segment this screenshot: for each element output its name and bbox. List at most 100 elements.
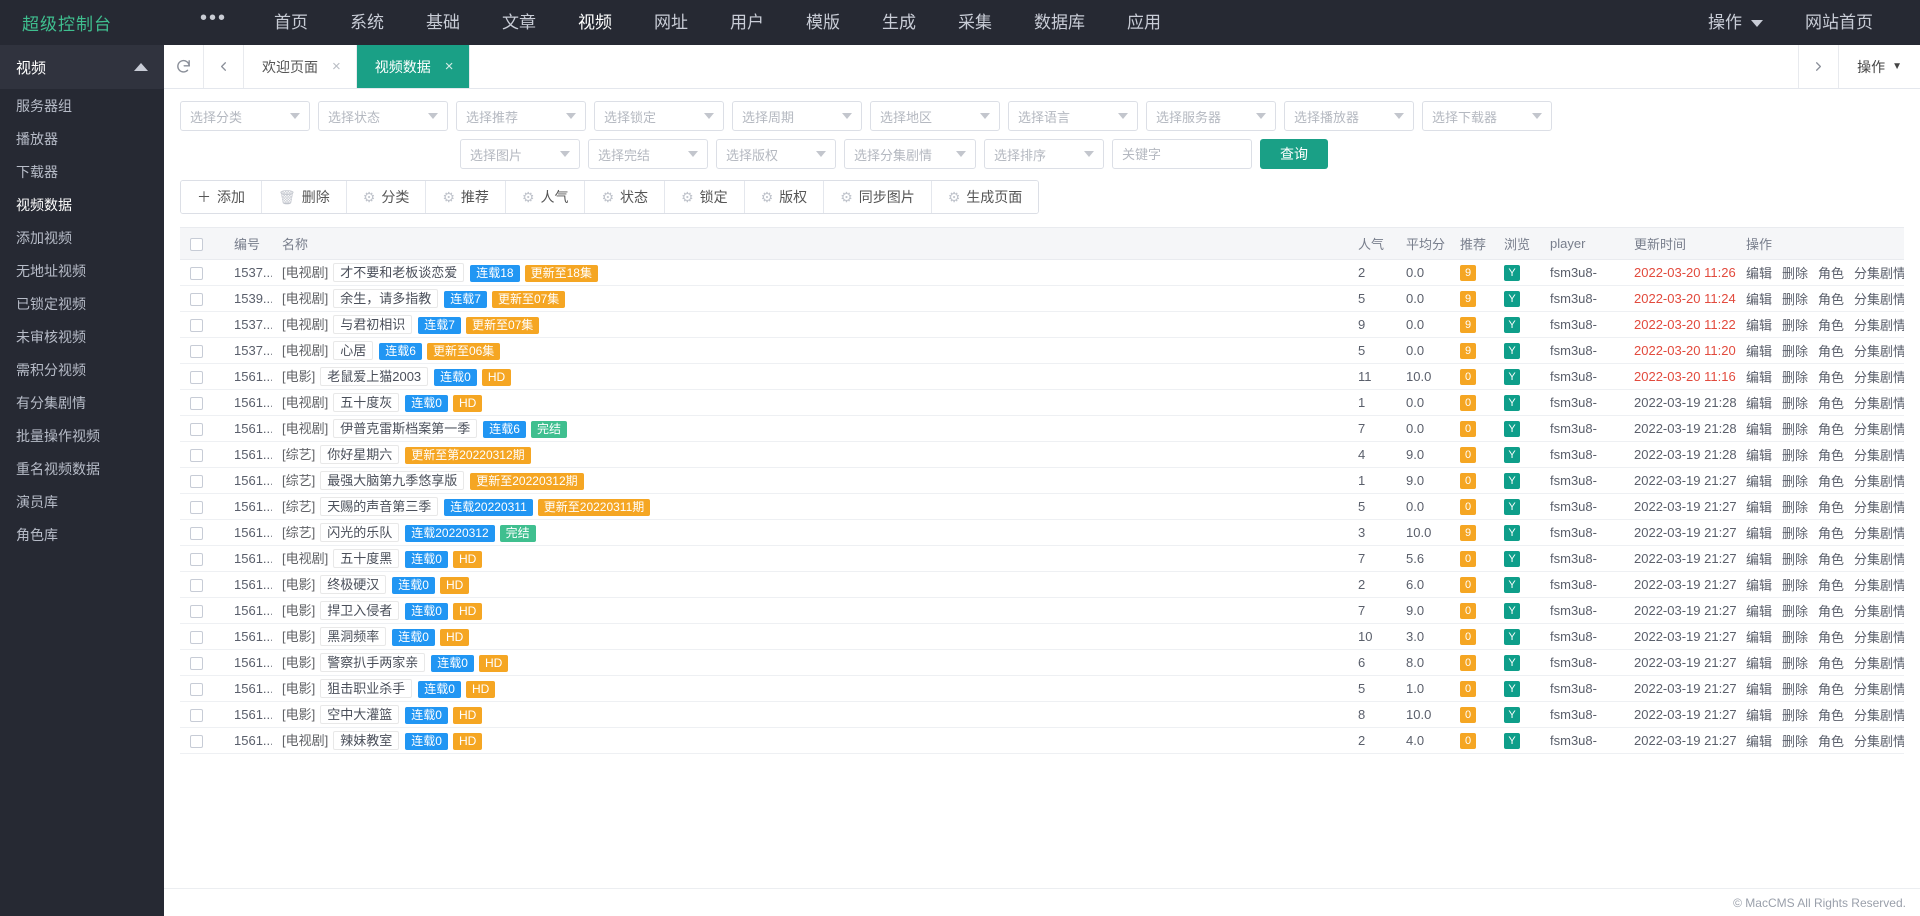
view-badge[interactable]: Y bbox=[1504, 576, 1520, 593]
filter-select-b-2[interactable]: 选择版权 bbox=[716, 139, 836, 169]
recommend-badge[interactable]: 0 bbox=[1460, 602, 1476, 619]
row-op-3[interactable]: 分集剧情 bbox=[1854, 448, 1904, 463]
top-nav-item-0[interactable]: 首页 bbox=[253, 0, 329, 45]
table-row[interactable]: 1537... [电视剧] 才不要和老板谈恋爱 连载18 更新至18集 2 0.0 9 Yfsm… bbox=[180, 259, 1904, 286]
row-checkbox[interactable] bbox=[190, 604, 203, 618]
row-op-0[interactable]: 编辑 bbox=[1746, 656, 1772, 671]
search-button[interactable]: 查询 bbox=[1260, 139, 1328, 169]
chevron-up-icon[interactable] bbox=[134, 63, 148, 71]
table-row[interactable]: 1561... [综艺] 天赐的声音第三季 连载20220311 更新至20220311… bbox=[180, 493, 1904, 520]
row-op-0[interactable]: 编辑 bbox=[1746, 734, 1772, 749]
row-op-2[interactable]: 角色 bbox=[1818, 474, 1844, 489]
sidebar-item-4[interactable]: 添加视频 bbox=[0, 221, 164, 254]
sidebar-item-10[interactable]: 批量操作视频 bbox=[0, 419, 164, 452]
sidebar-item-11[interactable]: 重名视频数据 bbox=[0, 452, 164, 485]
tab-operation-menu[interactable]: 操作 ▼ bbox=[1839, 45, 1920, 88]
row-op-2[interactable]: 角色 bbox=[1818, 448, 1844, 463]
row-op-3[interactable]: 分集剧情 bbox=[1854, 500, 1904, 515]
view-badge[interactable]: Y bbox=[1504, 654, 1520, 671]
table-row[interactable]: 1561... [电影] 狙击职业杀手 连载0 HD 5 1.0 0 Yfsm3u8- 2022-… bbox=[180, 675, 1904, 702]
row-op-2[interactable]: 角色 bbox=[1818, 682, 1844, 697]
row-op-1[interactable]: 删除 bbox=[1782, 292, 1808, 307]
toolbar-button-9[interactable]: ⚙ 生成页面 bbox=[931, 181, 1039, 213]
chevron-right-icon[interactable] bbox=[1799, 45, 1840, 88]
row-op-3[interactable]: 分集剧情 bbox=[1854, 630, 1904, 645]
row-op-0[interactable]: 编辑 bbox=[1746, 630, 1772, 645]
row-op-1[interactable]: 删除 bbox=[1782, 266, 1808, 281]
table-row[interactable]: 1561... [电视剧] 五十度灰 连载0 HD 1 0.0 0 Yfsm3u8- 2022-0… bbox=[180, 389, 1904, 416]
top-nav-item-4[interactable]: 视频 bbox=[557, 0, 633, 45]
row-op-1[interactable]: 删除 bbox=[1782, 708, 1808, 723]
recommend-badge[interactable]: 9 bbox=[1460, 290, 1476, 307]
row-op-2[interactable]: 角色 bbox=[1818, 292, 1844, 307]
row-checkbox[interactable] bbox=[190, 578, 203, 592]
view-badge[interactable]: Y bbox=[1504, 342, 1520, 359]
filter-select-6[interactable]: 选择语言 bbox=[1008, 101, 1138, 131]
sidebar-item-13[interactable]: 角色库 bbox=[0, 518, 164, 551]
row-op-0[interactable]: 编辑 bbox=[1746, 422, 1772, 437]
row-op-0[interactable]: 编辑 bbox=[1746, 396, 1772, 411]
toolbar-button-3[interactable]: ⚙ 推荐 bbox=[426, 181, 506, 213]
row-op-1[interactable]: 删除 bbox=[1782, 422, 1808, 437]
top-nav-item-2[interactable]: 基础 bbox=[405, 0, 481, 45]
view-badge[interactable]: Y bbox=[1504, 446, 1520, 463]
filter-select-9[interactable]: 选择下载器 bbox=[1422, 101, 1552, 131]
row-checkbox[interactable] bbox=[190, 318, 203, 332]
row-op-1[interactable]: 删除 bbox=[1782, 448, 1808, 463]
row-op-2[interactable]: 角色 bbox=[1818, 734, 1844, 749]
row-title[interactable]: 心居 bbox=[333, 341, 374, 360]
table-row[interactable]: 1561... [电视剧] 辣妹教室 连载0 HD 2 4.0 0 Yfsm3u8- 2022-0… bbox=[180, 727, 1904, 754]
row-title[interactable]: 五十度灰 bbox=[333, 393, 400, 412]
sidebar-item-3[interactable]: 视频数据 bbox=[0, 188, 164, 221]
view-badge[interactable]: Y bbox=[1504, 472, 1520, 489]
top-nav-item-5[interactable]: 网址 bbox=[633, 0, 709, 45]
row-op-3[interactable]: 分集剧情 bbox=[1854, 734, 1904, 749]
view-badge[interactable]: Y bbox=[1504, 498, 1520, 515]
chevron-left-icon[interactable] bbox=[204, 45, 244, 88]
row-op-2[interactable]: 角色 bbox=[1818, 370, 1844, 385]
sidebar-item-0[interactable]: 服务器组 bbox=[0, 89, 164, 122]
table-row[interactable]: 1561... [综艺] 最强大脑第九季悠享版 更新至20220312期 1 9.0 0 Yf… bbox=[180, 467, 1904, 494]
sidebar-item-12[interactable]: 演员库 bbox=[0, 485, 164, 518]
recommend-badge[interactable]: 9 bbox=[1460, 316, 1476, 333]
toolbar-button-7[interactable]: ⚙ 版权 bbox=[744, 181, 825, 213]
filter-select-5[interactable]: 选择地区 bbox=[870, 101, 1000, 131]
view-badge[interactable]: Y bbox=[1504, 550, 1520, 567]
row-title[interactable]: 天赐的声音第三季 bbox=[320, 497, 439, 516]
sidebar-item-8[interactable]: 需积分视频 bbox=[0, 353, 164, 386]
toolbar-button-2[interactable]: ⚙ 分类 bbox=[346, 181, 427, 213]
recommend-badge[interactable]: 0 bbox=[1460, 472, 1476, 489]
row-op-2[interactable]: 角色 bbox=[1818, 604, 1844, 619]
row-op-3[interactable]: 分集剧情 bbox=[1854, 318, 1904, 333]
table-row[interactable]: 1539... [电视剧] 余生，请多指教 连载7 更新至07集 5 0.0 9 Yfsm3u8… bbox=[180, 285, 1904, 312]
recommend-badge[interactable]: 0 bbox=[1460, 550, 1476, 567]
row-op-0[interactable]: 编辑 bbox=[1746, 474, 1772, 489]
sidebar-item-9[interactable]: 有分集剧情 bbox=[0, 386, 164, 419]
table-row[interactable]: 1537... [电视剧] 心居 连载6 更新至06集 5 0.0 9 Yfsm3u8- 2022… bbox=[180, 337, 1904, 364]
view-badge[interactable]: Y bbox=[1504, 264, 1520, 281]
row-checkbox[interactable] bbox=[190, 682, 203, 696]
recommend-badge[interactable]: 0 bbox=[1460, 680, 1476, 697]
row-op-3[interactable]: 分集剧情 bbox=[1854, 344, 1904, 359]
row-op-2[interactable]: 角色 bbox=[1818, 630, 1844, 645]
table-row[interactable]: 1561... [电影] 警察扒手两家亲 连载0 HD 6 8.0 0 Yfsm3u8- 2022… bbox=[180, 649, 1904, 676]
row-title[interactable]: 你好星期六 bbox=[320, 445, 400, 464]
row-title[interactable]: 闪光的乐队 bbox=[320, 523, 400, 542]
table-row[interactable]: 1561... [电影] 捍卫入侵者 连载0 HD 7 9.0 0 Yfsm3u8- 2022-0… bbox=[180, 597, 1904, 624]
row-op-3[interactable]: 分集剧情 bbox=[1854, 526, 1904, 541]
view-badge[interactable]: Y bbox=[1504, 628, 1520, 645]
row-title[interactable]: 黑洞频率 bbox=[320, 627, 387, 646]
row-checkbox[interactable] bbox=[190, 292, 203, 306]
view-badge[interactable]: Y bbox=[1504, 706, 1520, 723]
row-title[interactable]: 余生，请多指教 bbox=[333, 289, 439, 308]
row-checkbox[interactable] bbox=[190, 422, 203, 436]
row-op-0[interactable]: 编辑 bbox=[1746, 318, 1772, 333]
filter-select-1[interactable]: 选择状态 bbox=[318, 101, 448, 131]
recommend-badge[interactable]: 0 bbox=[1460, 420, 1476, 437]
filter-select-7[interactable]: 选择服务器 bbox=[1146, 101, 1276, 131]
table-row[interactable]: 1561... [电视剧] 五十度黑 连载0 HD 7 5.6 0 Yfsm3u8- 2022-0… bbox=[180, 545, 1904, 572]
row-op-0[interactable]: 编辑 bbox=[1746, 292, 1772, 307]
recommend-badge[interactable]: 9 bbox=[1460, 342, 1476, 359]
row-title[interactable]: 最强大脑第九季悠享版 bbox=[320, 471, 465, 490]
row-checkbox[interactable] bbox=[190, 344, 203, 358]
